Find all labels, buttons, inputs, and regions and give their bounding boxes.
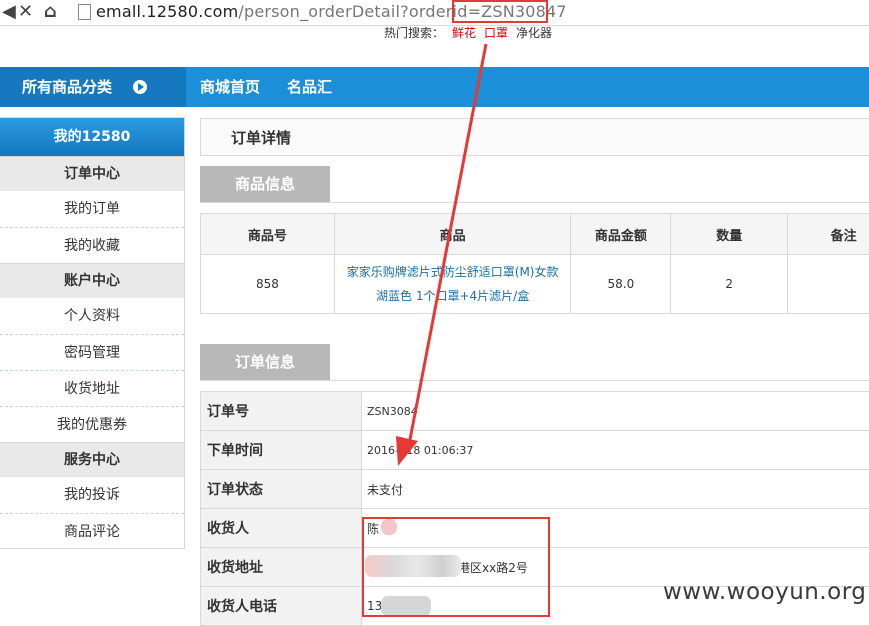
product-name-line: 家家乐购牌滤片式防尘舒适口罩(M)女款 (341, 260, 565, 284)
address-label: 收货地址 (201, 548, 362, 587)
sidebar-item-favorites[interactable]: 我的收藏 (0, 227, 184, 263)
column-header: 商品 (334, 214, 571, 255)
hot-search-keyword[interactable]: 净化器 (516, 26, 552, 40)
product-note (788, 255, 869, 314)
column-header: 商品金额 (571, 214, 671, 255)
url-path: /person_orderDetail?orderid= (238, 2, 481, 21)
sidebar-item-reviews[interactable]: 商品评论 (0, 513, 184, 549)
table-row: 订单状态 未支付 (201, 470, 869, 509)
sidebar-item-complaints[interactable]: 我的投诉 (0, 477, 184, 513)
nav-link-brands[interactable]: 名品汇 (287, 67, 332, 107)
sidebar-item-coupons[interactable]: 我的优惠券 (0, 406, 184, 442)
product-amount: 58.0 (571, 255, 671, 314)
hot-search: 热门搜索： 鲜花口罩净化器 (384, 24, 560, 41)
product-qty: 2 (671, 255, 788, 314)
top-nav: 所有商品分类 商城首页 名品汇 (0, 67, 869, 107)
url-highlight-box (452, 0, 548, 23)
watermark: www.wooyun.org (663, 579, 866, 605)
nav-link-home[interactable]: 商城首页 (200, 67, 260, 107)
divider (200, 202, 869, 203)
order-id-value: ZSN3084 (362, 392, 869, 431)
phone-label: 收货人电话 (201, 587, 362, 626)
page-title: 订单详情 (231, 119, 291, 157)
divider (200, 380, 869, 381)
order-status-value: 未支付 (362, 470, 869, 509)
sidebar-item-password[interactable]: 密码管理 (0, 334, 184, 370)
close-icon[interactable]: ✕ (18, 1, 33, 22)
table-row: 858 家家乐购牌滤片式防尘舒适口罩(M)女款 湖蓝色 1个口罩+4片滤片/盒 … (201, 255, 869, 314)
home-icon[interactable]: ⌂ (44, 1, 57, 22)
product-name-line: 湖蓝色 1个口罩+4片滤片/盒 (341, 284, 565, 308)
sidebar-item-address[interactable]: 收货地址 (0, 370, 184, 406)
hot-search-label: 热门搜索： (384, 26, 444, 40)
browser-toolbar: ◀ ✕ ⌂ emall.12580.com/person_orderDetail… (0, 0, 869, 26)
table-row: 订单号 ZSN3084 (201, 392, 869, 431)
sidebar-section-service: 服务中心 (0, 442, 184, 477)
all-categories-menu[interactable]: 所有商品分类 (0, 67, 186, 107)
url-host: emall.12580.com (96, 2, 238, 21)
sidebar: 我的12580 订单中心 我的订单 我的收藏 账户中心 个人资料 密码管理 收货… (0, 117, 185, 549)
order-section-tab: 订单信息 (200, 344, 330, 380)
goods-section-tab: 商品信息 (200, 166, 330, 202)
receiver-label: 收货人 (201, 509, 362, 548)
column-header: 商品号 (201, 214, 335, 255)
order-time-label: 下单时间 (201, 431, 362, 470)
sidebar-item-profile[interactable]: 个人资料 (0, 298, 184, 334)
page-title-bar: 订单详情 (200, 118, 869, 156)
column-header: 数量 (671, 214, 788, 255)
sidebar-section-account: 账户中心 (0, 263, 184, 298)
hot-search-keyword[interactable]: 口罩 (484, 26, 508, 40)
hot-search-keyword[interactable]: 鲜花 (452, 26, 476, 40)
page-icon (78, 4, 91, 20)
arrow-right-icon (133, 80, 147, 94)
column-header: 备注 (788, 214, 869, 255)
table-header-row: 商品号 商品 商品金额 数量 备注 (201, 214, 869, 255)
order-time-value: 2016- -18 01:06:37 (362, 431, 869, 470)
order-status-label: 订单状态 (201, 470, 362, 509)
table-row: 下单时间 2016- -18 01:06:37 (201, 431, 869, 470)
product-link[interactable]: 家家乐购牌滤片式防尘舒适口罩(M)女款 湖蓝色 1个口罩+4片滤片/盒 (334, 255, 571, 314)
order-id-label: 订单号 (201, 392, 362, 431)
all-categories-label: 所有商品分类 (22, 78, 112, 96)
highlight-box (362, 517, 550, 617)
goods-table: 商品号 商品 商品金额 数量 备注 858 家家乐购牌滤片式防尘舒适口罩(M)女… (200, 213, 869, 314)
sidebar-title[interactable]: 我的12580 (0, 118, 184, 156)
sidebar-section-order: 订单中心 (0, 156, 184, 191)
back-partial-icon[interactable]: ◀ (2, 1, 16, 22)
product-id: 858 (201, 255, 335, 314)
sidebar-item-my-orders[interactable]: 我的订单 (0, 191, 184, 227)
